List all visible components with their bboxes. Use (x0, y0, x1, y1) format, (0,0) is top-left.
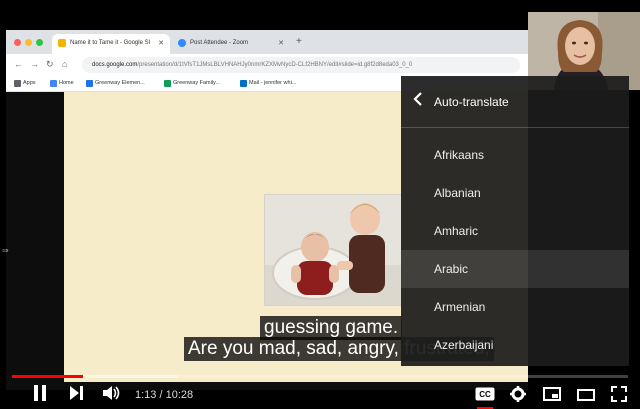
bookmark-label: Greenway Family... (173, 80, 220, 86)
cc-icon[interactable]: CC (475, 387, 495, 406)
fullscreen-icon[interactable] (611, 386, 627, 407)
svg-text:CC: CC (479, 390, 491, 399)
volume-icon[interactable] (103, 385, 121, 406)
video-player[interactable]: Name it to Tame it - Google Sl ✕ Post At… (0, 0, 640, 409)
apps-icon (14, 80, 21, 87)
theater-icon[interactable] (577, 388, 595, 406)
left-edge-indicator-icon: ⇒ (2, 246, 9, 255)
seek-bar[interactable] (12, 375, 628, 378)
menu-title: Auto-translate (434, 95, 509, 109)
reload-icon: ↻ (46, 59, 54, 69)
url-host: docs.google.com (92, 62, 138, 68)
back-icon: ← (14, 59, 23, 69)
settings-icon[interactable] (510, 386, 526, 407)
bookmark-greenway-elementary: Greenway Elemen... (86, 80, 145, 87)
language-option-arabic[interactable]: Arabic (401, 250, 629, 288)
browser-tab-bar: Name it to Tame it - Google Sl ✕ Post At… (6, 30, 528, 54)
bookmark-greenway-family: Greenway Family... (164, 80, 220, 87)
tab-label: Post Attendee - Zoom (190, 40, 249, 46)
close-window-dot (14, 39, 21, 46)
close-tab-icon: ✕ (158, 40, 164, 47)
seek-bar-played (12, 375, 84, 378)
zoom-favicon-icon (178, 39, 186, 47)
bookmark-label: Greenway Elemen... (95, 80, 145, 86)
player-controls: 1:13 / 10:28 CC (0, 380, 640, 409)
home-icon: ⌂ (62, 59, 68, 69)
children-photo-image (265, 195, 401, 305)
bookmark-icon (164, 80, 171, 87)
bookmark-apps: Apps (14, 80, 36, 87)
bookmark-label: Apps (23, 80, 36, 86)
forward-icon: → (30, 59, 39, 69)
slides-favicon-icon (58, 39, 66, 47)
minimize-window-dot (25, 39, 32, 46)
bookmark-label: Mail - jennifer whi... (249, 80, 297, 86)
chevron-left-icon[interactable] (413, 92, 423, 111)
browser-tab-zoom: Post Attendee - Zoom ✕ (172, 34, 290, 54)
bookmark-icon (86, 80, 93, 87)
url-field: docs.google.com/presentation/d/1tVfsT1JM… (82, 57, 520, 73)
tab-label: Name it to Tame it - Google Sl (70, 40, 150, 46)
menu-header[interactable]: Auto-translate (401, 76, 629, 128)
new-tab-icon: + (296, 36, 302, 47)
bookmark-mail: Mail - jennifer whi... (240, 80, 297, 87)
bookmark-home: Home (50, 80, 74, 87)
miniplayer-icon[interactable] (543, 387, 561, 406)
browser-tab-slides: Name it to Tame it - Google Sl ✕ (52, 34, 170, 54)
language-option-armenian[interactable]: Armenian (401, 288, 629, 326)
url-path: /presentation/d/1tVfsT1JMsLBLVHNAHJy0nmr… (137, 62, 413, 68)
outlook-icon (240, 80, 247, 87)
language-option-azerbaijani[interactable]: Azerbaijani (401, 326, 629, 364)
slide-photo-children (264, 194, 402, 306)
language-option-albanian[interactable]: Albanian (401, 174, 629, 212)
zoom-window-dot (36, 39, 43, 46)
close-tab-icon: ✕ (278, 40, 284, 47)
language-option-afrikaans[interactable]: Afrikaans (401, 136, 629, 174)
language-option-amharic[interactable]: Amharic (401, 212, 629, 250)
next-icon[interactable] (70, 385, 84, 406)
address-bar: ← → ↻ ⌂ docs.google.com/presentation/d/1… (6, 54, 528, 76)
pause-icon[interactable] (33, 385, 47, 406)
time-display: 1:13 / 10:28 (135, 389, 194, 401)
bookmark-icon (50, 80, 57, 87)
bookmark-label: Home (59, 80, 74, 86)
auto-translate-menu: Auto-translate Afrikaans Albanian Amhari… (401, 76, 629, 366)
